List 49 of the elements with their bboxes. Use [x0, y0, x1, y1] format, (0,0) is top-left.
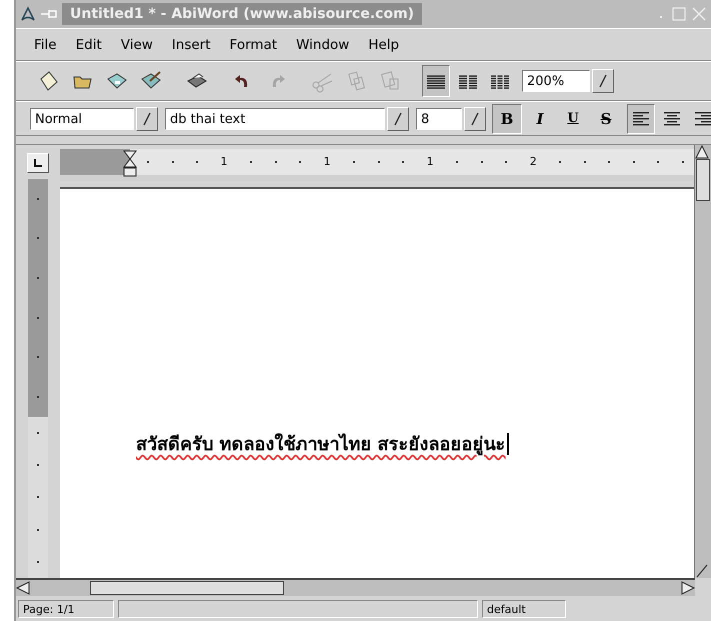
ruler-number: 2: [530, 156, 537, 168]
horizontal-scrollbar[interactable]: [16, 578, 695, 596]
font-field[interactable]: db thai text: [165, 108, 385, 130]
menu-item[interactable]: Edit: [76, 36, 102, 52]
scroll-right-icon[interactable]: [681, 581, 695, 595]
bold-button[interactable]: B: [492, 104, 522, 134]
scroll-left-icon[interactable]: [16, 581, 30, 595]
menu-item[interactable]: File: [34, 36, 57, 52]
style-field[interactable]: Normal: [30, 108, 134, 130]
menu-item[interactable]: Format: [230, 36, 278, 52]
align-left-icon: [631, 110, 651, 128]
scroll-thumb[interactable]: [696, 159, 710, 201]
strikethrough-button[interactable]: S: [591, 104, 621, 134]
align-right-icon: [693, 110, 711, 128]
dropdown-icon: [394, 112, 402, 126]
menu-item[interactable]: View: [120, 36, 153, 52]
align-center-icon: [662, 110, 682, 128]
italic-button[interactable]: I: [525, 104, 555, 134]
dropdown-icon: [143, 112, 151, 126]
ruler-margin: [60, 149, 130, 175]
zoom-field[interactable]: 200%: [522, 70, 590, 92]
normal-layout-button[interactable]: [422, 65, 450, 97]
menu-item[interactable]: Insert: [172, 36, 211, 52]
scroll-down-icon[interactable]: [695, 564, 709, 578]
dropdown-icon: [599, 74, 607, 88]
ruler-number: 1: [426, 156, 434, 168]
document-text: สวัสดีครับ ทดลองใช้ภาษาไทย สระยังลอยอยู่นะ: [136, 432, 506, 458]
dropdown-button[interactable]: [387, 106, 409, 130]
dropdown-button[interactable]: [464, 106, 486, 130]
dropdown-button[interactable]: [136, 106, 158, 130]
align-left-button[interactable]: [627, 104, 655, 134]
indent-marker-icon[interactable]: [123, 150, 137, 178]
text-cursor: [506, 432, 509, 454]
app-icon[interactable]: [20, 6, 36, 22]
tab-stop-button[interactable]: [27, 153, 49, 173]
mode-status: default: [482, 600, 566, 618]
page-status: Page: 1/1: [18, 600, 114, 618]
menu-item[interactable]: Window: [296, 36, 350, 52]
vertical-scrollbar[interactable]: [694, 145, 711, 578]
ruler-number: 1: [220, 156, 228, 168]
window-title: Untitled1 * - AbiWord (www.abisource.com): [62, 3, 422, 25]
underline-button[interactable]: U: [558, 104, 588, 134]
menu-item[interactable]: Help: [368, 36, 400, 52]
font-size-field[interactable]: 8: [416, 108, 462, 130]
left-tab-icon: [33, 158, 43, 168]
dropdown-icon: [471, 112, 479, 126]
scroll-thumb[interactable]: [90, 581, 284, 595]
ruler-number: 1: [324, 156, 331, 168]
dropdown-button[interactable]: [592, 69, 614, 93]
